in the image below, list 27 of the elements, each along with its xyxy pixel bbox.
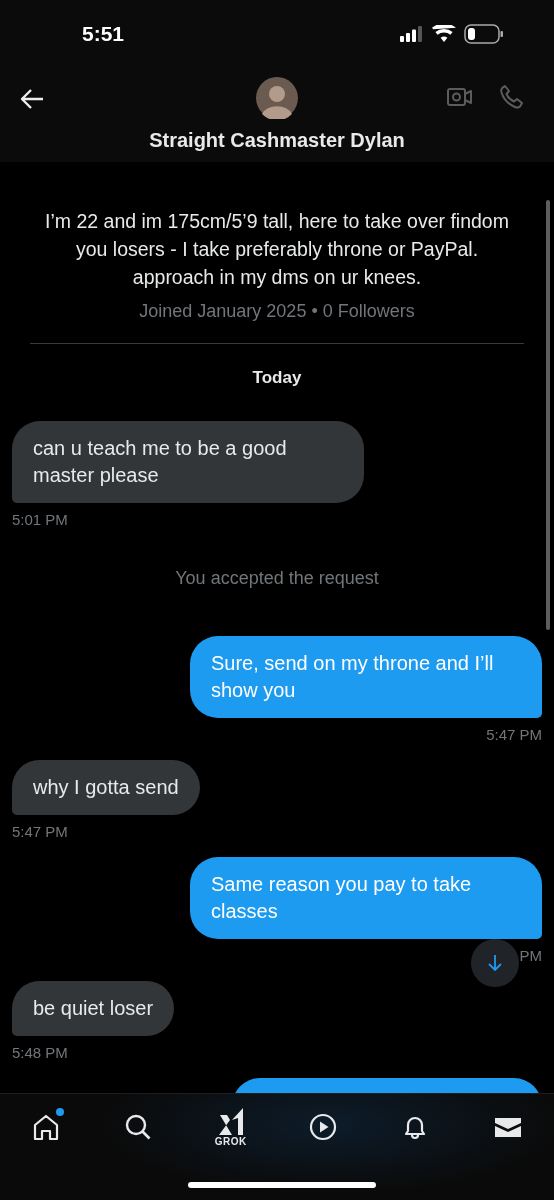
profile-meta: Joined January 2025 • 0 Followers <box>138 300 416 323</box>
down-arrow-icon <box>487 954 503 972</box>
scroll-bar[interactable] <box>546 200 550 630</box>
battery-icon <box>464 24 504 44</box>
message-time: 5:48 PM <box>12 1044 68 1061</box>
wifi-icon <box>432 25 456 43</box>
message-time: PM <box>519 947 542 964</box>
grok-tab[interactable]: GROK <box>214 1107 247 1147</box>
message-bubble: Same reason you pay to take classes <box>190 857 542 939</box>
message-bubble: Sure, send on my throne and I’ll show you <box>190 636 542 718</box>
message-bubble: why I gotta send <box>12 760 200 815</box>
signal-icon <box>400 26 424 42</box>
notification-dot <box>56 1108 65 1116</box>
scroll-down-button[interactable] <box>471 939 519 987</box>
contact-name: Straight Cashmaster Dylan <box>149 128 405 153</box>
avatar[interactable] <box>256 77 298 119</box>
message-time: 5:47 PM <box>12 823 68 840</box>
play-icon <box>308 1112 339 1142</box>
date-divider: Today <box>251 368 303 388</box>
message-bubble: be quiet loser <box>12 981 175 1036</box>
system-message: You accepted the request <box>175 568 379 589</box>
clock-time: 5:51 <box>82 22 125 46</box>
message-time: 5:47 PM <box>486 726 542 743</box>
message-bubble: can u teach me to be a good master please <box>12 421 364 503</box>
video-tab[interactable] <box>308 1112 339 1142</box>
message-time: 5:01 PM <box>12 511 68 528</box>
profile-bio: I’m 22 and im 175cm/5’9 tall, here to take over findom you losers - I take preferably throne or PayPal. approach in my dms on ur knees. <box>44 209 510 290</box>
